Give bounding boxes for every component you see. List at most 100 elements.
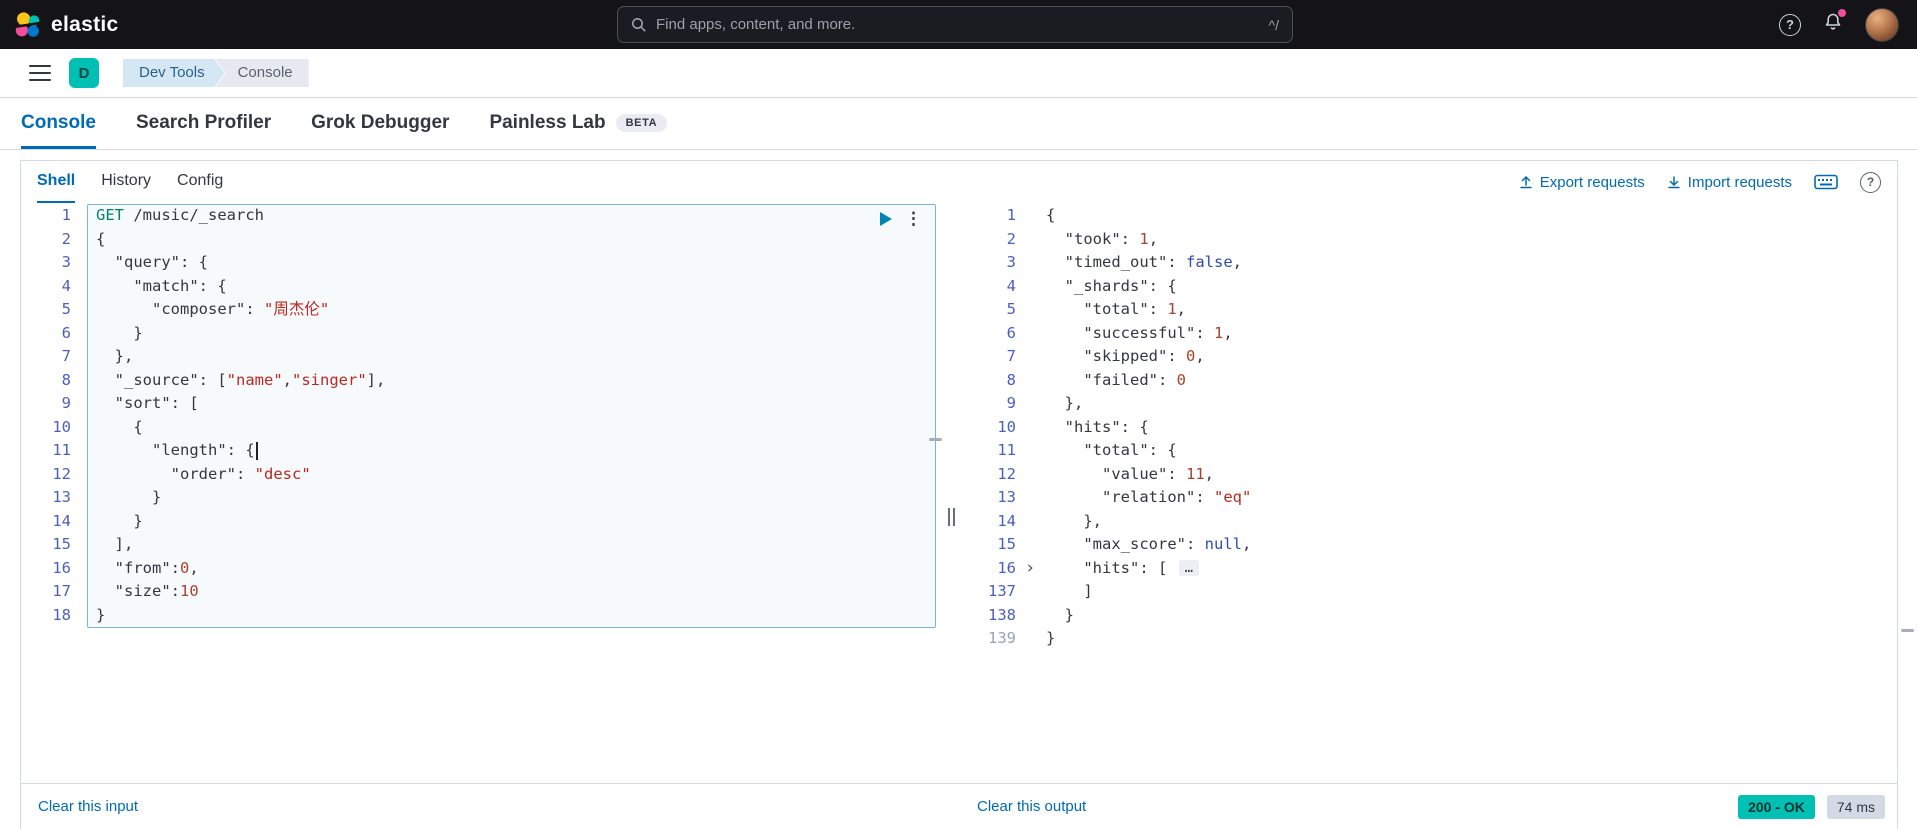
- editor-scroll-mark[interactable]: [929, 438, 942, 441]
- line-number: 1: [61, 206, 71, 224]
- code-text: GET /music/_search: [96, 206, 264, 224]
- line-number: 4: [1006, 276, 1016, 295]
- gutter-spacer: [1016, 627, 1046, 651]
- console-statusbar: Clear this input Clear this output 200 -…: [21, 783, 1897, 829]
- notifications-button[interactable]: [1822, 9, 1846, 38]
- line-number: 15: [997, 535, 1016, 553]
- statusbar-right: Clear this output 200 - OK 74 ms: [941, 794, 1897, 819]
- gutter-spacer: [71, 533, 96, 557]
- code-text: "length": {: [96, 439, 258, 463]
- code-line: 13 }: [21, 486, 941, 510]
- fold-toggle-icon[interactable]: [1016, 557, 1046, 581]
- subtab-history[interactable]: History: [101, 161, 151, 203]
- subtab-config[interactable]: Config: [177, 161, 223, 203]
- gutter-spacer: [71, 580, 96, 604]
- code-line: 6 "successful": 1,: [961, 322, 1897, 346]
- code-text: "sort": [: [114, 394, 199, 412]
- code-line: 9 "sort": [: [21, 392, 941, 416]
- code-text: ]: [1046, 582, 1093, 600]
- elastic-home-link[interactable]: elastic: [14, 11, 118, 39]
- line-number: 7: [61, 347, 71, 365]
- code-text: "hits": {: [1064, 417, 1149, 436]
- breadcrumb-console[interactable]: Console: [215, 59, 309, 87]
- code-line: 11 "total": {: [961, 439, 1897, 463]
- line-number: 3: [1006, 253, 1016, 271]
- code-text: "size":10: [114, 582, 199, 600]
- brand-name: elastic: [51, 12, 119, 36]
- code-text: }: [1046, 629, 1056, 647]
- tab-grok-debugger[interactable]: Grok Debugger: [311, 98, 449, 149]
- global-search-input[interactable]: Find apps, content, and more. ^/: [617, 6, 1293, 43]
- line-number: 2: [61, 229, 71, 248]
- clear-output-button[interactable]: Clear this output: [977, 798, 1086, 815]
- gutter-spacer: [1016, 580, 1046, 604]
- text-cursor: [255, 441, 258, 460]
- import-icon: [1668, 176, 1680, 189]
- gutter-spacer: [1016, 604, 1046, 628]
- gutter-spacer: [71, 204, 96, 228]
- gutter-spacer: [71, 275, 96, 299]
- code-line: 15 "max_score": null,: [961, 533, 1897, 557]
- tab-search-profiler[interactable]: Search Profiler: [136, 98, 271, 149]
- request-code[interactable]: 1 GET /music/_search 2{3 "query": {4 "matc…: [21, 203, 941, 627]
- response-code: 1{2 "took": 1, 3 "timed_out": false, 4 "_s…: [961, 203, 1897, 651]
- export-icon: [1519, 176, 1532, 189]
- gutter-spacer: [1016, 416, 1046, 440]
- keyboard-shortcuts-button[interactable]: [1814, 173, 1838, 191]
- menu-icon[interactable]: [29, 65, 51, 81]
- code-line: 3 "query": {: [21, 251, 941, 275]
- line-number: 10: [997, 417, 1016, 436]
- code-text: "_shards": {: [1064, 276, 1177, 295]
- request-editor-pane[interactable]: 1GET /music/_search2{3 "query": {4 "matc…: [21, 203, 942, 783]
- tab-painless-lab[interactable]: Painless Lab BETA: [489, 98, 668, 149]
- code-line: 12 "value": 11,: [961, 463, 1897, 487]
- window-scroll-mark[interactable]: [1901, 629, 1914, 632]
- code-line: 8 "failed": 0: [961, 369, 1897, 393]
- breadcrumb-dev-tools[interactable]: Dev Tools: [123, 59, 225, 87]
- notification-dot: [1838, 9, 1846, 17]
- subtab-shell[interactable]: Shell: [37, 161, 76, 203]
- line-number: 9: [61, 394, 71, 412]
- gutter-spacer: [71, 298, 96, 322]
- line-number: 17: [52, 582, 71, 600]
- line-number: 3: [61, 253, 71, 271]
- gutter-spacer: [1016, 510, 1046, 534]
- code-line: 5 "total": 1,: [961, 298, 1897, 322]
- help-icon[interactable]: [1779, 13, 1801, 36]
- clear-input-button[interactable]: Clear this input: [38, 798, 138, 815]
- gutter-spacer: [1016, 392, 1046, 416]
- tab-console[interactable]: Console: [21, 98, 96, 149]
- line-number: 138: [988, 605, 1016, 624]
- status-badge: 200 - OK: [1738, 794, 1815, 819]
- beta-badge: BETA: [615, 114, 668, 132]
- import-requests-button[interactable]: Import requests: [1667, 174, 1792, 191]
- panel-resize-handle[interactable]: [948, 508, 955, 526]
- line-number: 10: [52, 417, 71, 436]
- gutter-spacer: [1016, 463, 1046, 487]
- gutter-spacer: [71, 416, 96, 440]
- space-avatar[interactable]: D: [69, 58, 99, 88]
- code-text: },: [96, 347, 134, 365]
- user-avatar[interactable]: [1865, 7, 1899, 42]
- console-help-icon[interactable]: [1860, 171, 1881, 193]
- code-line: 4 "_shards": {: [961, 275, 1897, 299]
- code-text: }: [1046, 605, 1074, 624]
- editor-split: 1GET /music/_search2{3 "query": {4 "matc…: [21, 203, 1897, 783]
- line-number: 16: [997, 558, 1016, 577]
- code-line: 6 }: [21, 322, 941, 346]
- gutter-spacer: [1016, 251, 1046, 275]
- gutter-spacer: [71, 392, 96, 416]
- search-icon: [632, 17, 646, 32]
- code-text: }: [96, 323, 143, 342]
- code-line: 1{: [961, 204, 1897, 228]
- response-viewer-pane[interactable]: 1{2 "took": 1, 3 "timed_out": false, 4 "_s…: [961, 203, 1897, 783]
- code-line: 16 "hits": [ …: [961, 557, 1897, 581]
- line-number: 14: [52, 511, 71, 530]
- statusbar-left: Clear this input: [21, 798, 941, 816]
- line-number: 139: [988, 629, 1016, 647]
- export-requests-button[interactable]: Export requests: [1519, 174, 1645, 191]
- code-line: 137 ]: [961, 580, 1897, 604]
- search-placeholder: Find apps, content, and more.: [656, 16, 856, 33]
- code-line: 1 GET /music/_search: [21, 204, 941, 228]
- breadcrumb-bar: D Dev Tools Console: [0, 49, 1917, 98]
